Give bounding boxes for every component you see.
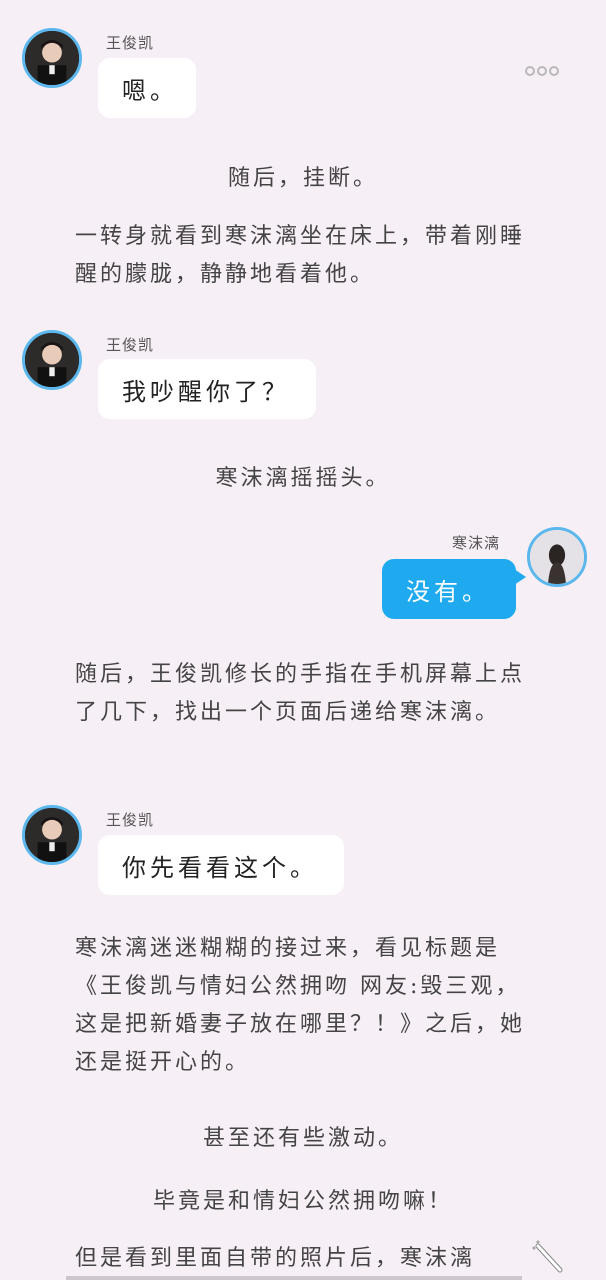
narration-text: 甚至还有些激动。 <box>202 1126 403 1151</box>
narration-paragraph: 但是看到里面自带的照片后，寒沫漓 <box>75 1246 476 1271</box>
message-bubble-self[interactable]: 没有。 <box>382 559 526 619</box>
narration-paragraph: 随后，王俊凯修长的手指在手机屏幕上点了几下，找出一个页面后递给寒沫漓。 <box>75 662 526 725</box>
narration-paragraph: 一转身就看到寒沫漓坐在床上，带着刚睡醒的朦胧，静静地看着他。 <box>75 224 526 287</box>
avatar-wang-junkai[interactable] <box>22 28 82 88</box>
sender-name: 王俊凯 <box>106 811 155 829</box>
avatar-wang-junkai[interactable] <box>22 330 82 390</box>
magic-wand-icon[interactable] <box>530 1240 566 1276</box>
message-bubble[interactable]: 你先看看这个。 <box>98 835 344 895</box>
home-indicator <box>66 1276 522 1280</box>
avatar-han-moli[interactable] <box>527 527 587 587</box>
narration-text: 寒沫漓摇摇头。 <box>215 466 391 491</box>
sender-name: 王俊凯 <box>106 336 155 354</box>
narration-text: 随后，挂断。 <box>227 166 378 191</box>
more-options-icon[interactable] <box>525 66 559 76</box>
message-bubble[interactable]: 嗯。 <box>98 58 196 118</box>
sender-name: 寒沫漓 <box>452 534 501 552</box>
narration-paragraph: 寒沫漓迷迷糊糊的接过来，看见标题是《王俊凯与情妇公然拥吻 网友:毁三观，这是把新… <box>75 936 526 1075</box>
avatar-wang-junkai[interactable] <box>22 805 82 865</box>
message-bubble[interactable]: 我吵醒你了？ <box>98 359 316 419</box>
narration-text: 毕竟是和情妇公然拥吻嘛！ <box>152 1189 453 1214</box>
sender-name: 王俊凯 <box>106 34 155 52</box>
